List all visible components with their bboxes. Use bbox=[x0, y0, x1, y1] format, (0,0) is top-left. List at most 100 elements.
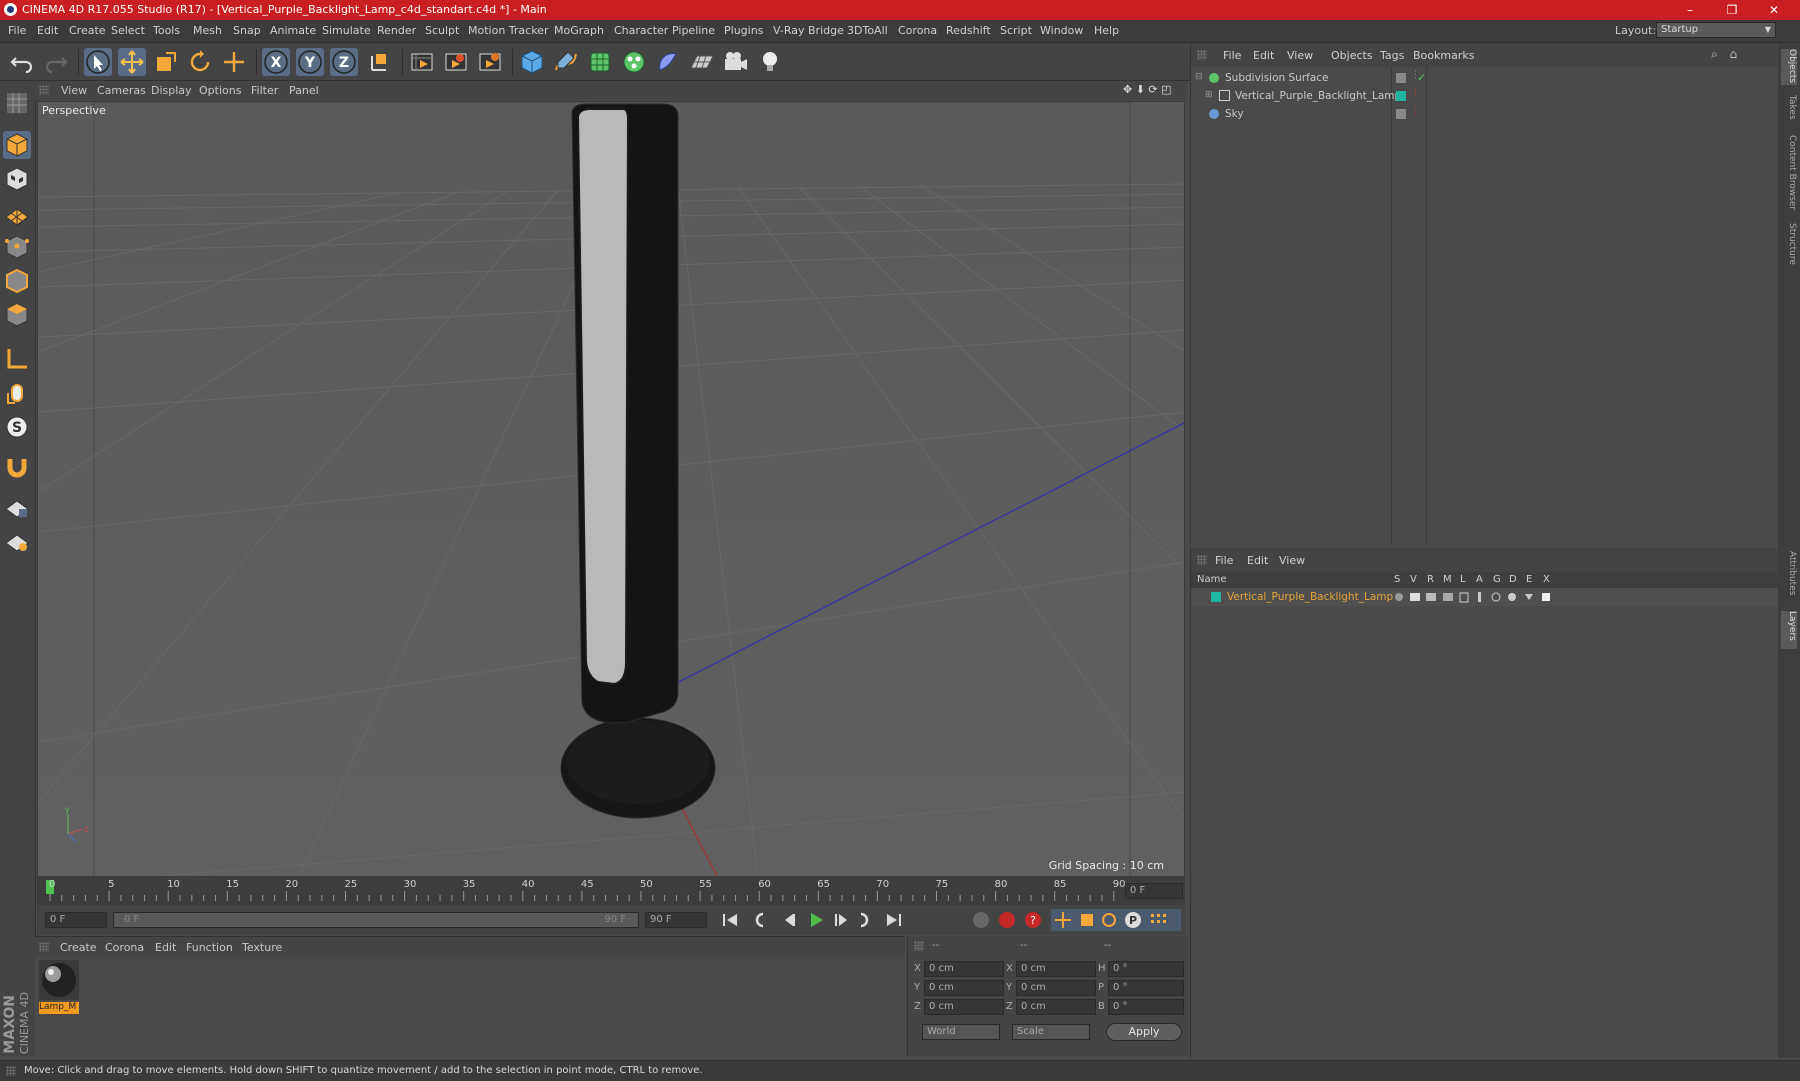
end-frame-field[interactable]: 90 F bbox=[645, 912, 707, 928]
key-scale-icon[interactable] bbox=[1081, 914, 1093, 926]
menu-create[interactable]: Create bbox=[69, 24, 106, 37]
menu-select[interactable]: Select bbox=[111, 24, 145, 37]
menu-plugins[interactable]: Plugins bbox=[724, 24, 763, 37]
object-menu-objects[interactable]: Objects bbox=[1331, 49, 1373, 62]
undo-icon[interactable] bbox=[8, 48, 36, 76]
render-settings-icon[interactable] bbox=[476, 48, 504, 76]
object-menu-file[interactable]: File bbox=[1223, 49, 1241, 62]
col-xref[interactable]: X bbox=[1543, 574, 1550, 585]
object-menu-view[interactable]: View bbox=[1287, 49, 1313, 62]
layer-swatch[interactable] bbox=[1396, 109, 1406, 119]
menu-mesh[interactable]: Mesh bbox=[193, 24, 222, 37]
layer-swatch[interactable] bbox=[1396, 73, 1406, 83]
layer-menu-file[interactable]: File bbox=[1215, 554, 1233, 567]
tab-objects[interactable]: Objects bbox=[1781, 49, 1797, 85]
deformer-icon[interactable] bbox=[654, 48, 682, 76]
manager-toggle-icon[interactable] bbox=[1443, 593, 1453, 601]
col-generators[interactable]: G bbox=[1493, 574, 1501, 585]
enabled-check-icon[interactable]: ✓ bbox=[1417, 71, 1426, 84]
axis-mode-icon[interactable] bbox=[3, 345, 31, 373]
start-frame-field[interactable]: 0 F bbox=[45, 912, 107, 928]
next-key-icon[interactable] bbox=[860, 912, 869, 928]
viewport-menu-panel[interactable]: Panel bbox=[289, 84, 319, 97]
col-render[interactable]: R bbox=[1427, 574, 1434, 585]
menu-character[interactable]: Character bbox=[614, 24, 668, 37]
size-x-field[interactable]: 0 cm bbox=[1016, 961, 1096, 977]
tab-structure[interactable]: Structure bbox=[1781, 223, 1797, 273]
previous-key-icon[interactable] bbox=[755, 912, 764, 928]
autokey-icon[interactable] bbox=[973, 912, 989, 928]
animation-toggle-icon[interactable] bbox=[1478, 592, 1481, 602]
material-menu-corona[interactable]: Corona bbox=[105, 941, 144, 954]
rotation-b-field[interactable]: 0 ° bbox=[1108, 999, 1184, 1015]
polygons-mode-icon[interactable] bbox=[3, 301, 31, 329]
coordinate-system-icon[interactable] bbox=[366, 48, 394, 76]
render-toggle-icon[interactable] bbox=[1426, 593, 1436, 601]
pen-spline-icon[interactable] bbox=[552, 48, 580, 76]
col-expressions[interactable]: E bbox=[1526, 574, 1532, 585]
cube-primitive-icon[interactable] bbox=[518, 48, 546, 76]
layer-menu-view[interactable]: View bbox=[1279, 554, 1305, 567]
collapse-icon[interactable]: ⊟ bbox=[1195, 72, 1203, 82]
rotation-p-field[interactable]: 0 ° bbox=[1108, 980, 1184, 996]
menu-sculpt[interactable]: Sculpt bbox=[425, 24, 459, 37]
menu-snap[interactable]: Snap bbox=[233, 24, 261, 37]
object-row-sky[interactable]: Sky ⋮ bbox=[1191, 105, 1779, 123]
size-z-field[interactable]: 0 cm bbox=[1016, 999, 1096, 1015]
texture-mode-icon[interactable] bbox=[3, 165, 31, 193]
floor-icon[interactable] bbox=[688, 48, 716, 76]
viewport-menu-filter[interactable]: Filter bbox=[251, 84, 278, 97]
tweak-mode-icon[interactable] bbox=[3, 379, 31, 407]
transform-tool-icon[interactable] bbox=[220, 48, 248, 76]
lock-icon[interactable] bbox=[1459, 592, 1469, 603]
apply-button[interactable]: Apply bbox=[1106, 1023, 1182, 1041]
col-view[interactable]: V bbox=[1410, 574, 1417, 585]
menu-render[interactable]: Render bbox=[377, 24, 416, 37]
next-frame-icon[interactable] bbox=[835, 914, 847, 926]
current-frame-field[interactable]: 0 F bbox=[1125, 883, 1183, 899]
render-view-icon[interactable] bbox=[408, 48, 436, 76]
planar-workplane-icon[interactable] bbox=[3, 527, 31, 555]
col-manager[interactable]: M bbox=[1443, 574, 1452, 585]
menu-help[interactable]: Help bbox=[1094, 24, 1119, 37]
menu-redshift[interactable]: Redshift bbox=[946, 24, 991, 37]
workplane-mode-icon[interactable] bbox=[3, 199, 31, 227]
edges-mode-icon[interactable] bbox=[3, 267, 31, 295]
viewport-navigation-icon[interactable]: ✥ ⬇ ⟳ ◰ bbox=[1123, 83, 1172, 96]
menu-tools[interactable]: Tools bbox=[153, 24, 180, 37]
play-icon[interactable] bbox=[811, 913, 823, 927]
y-axis-lock-icon[interactable]: Y bbox=[296, 48, 324, 76]
model-mode-icon[interactable] bbox=[3, 131, 31, 159]
visibility-dots-icon[interactable]: ⋮ bbox=[1411, 106, 1420, 116]
expand-icon[interactable]: ⊞ bbox=[1205, 90, 1213, 100]
position-z-field[interactable]: 0 cm bbox=[924, 999, 1004, 1015]
object-menu-bookmarks[interactable]: Bookmarks bbox=[1413, 49, 1474, 62]
menu-file[interactable]: File bbox=[8, 24, 26, 37]
expression-toggle-icon[interactable] bbox=[1525, 594, 1533, 600]
go-to-end-icon[interactable] bbox=[887, 914, 901, 926]
lamp-light-panel[interactable] bbox=[576, 108, 630, 686]
col-animation[interactable]: A bbox=[1476, 574, 1483, 585]
menu-corona[interactable]: Corona bbox=[898, 24, 937, 37]
coordinate-space-select[interactable]: World bbox=[922, 1024, 1000, 1040]
3d-viewport[interactable]: y z Perspective Grid Spacing : 10 cm bbox=[37, 101, 1185, 877]
layout-select[interactable]: Startup ▼ bbox=[1656, 22, 1776, 38]
layer-row[interactable]: Vertical_Purple_Backlight_Lamp bbox=[1191, 588, 1779, 606]
material-menu-texture[interactable]: Texture bbox=[242, 941, 282, 954]
tab-content-browser[interactable]: Content Browser bbox=[1781, 135, 1797, 213]
rotate-tool-icon[interactable] bbox=[186, 48, 214, 76]
material-menu-edit[interactable]: Edit bbox=[155, 941, 176, 954]
tab-takes[interactable]: Takes bbox=[1781, 95, 1797, 125]
layer-menu-edit[interactable]: Edit bbox=[1247, 554, 1268, 567]
size-y-field[interactable]: 0 cm bbox=[1016, 980, 1096, 996]
material-menu-function[interactable]: Function bbox=[186, 941, 233, 954]
light-icon[interactable] bbox=[756, 48, 784, 76]
object-menu-edit[interactable]: Edit bbox=[1253, 49, 1274, 62]
col-name[interactable]: Name bbox=[1197, 574, 1227, 585]
object-row-lamp[interactable]: ⊞ Vertical_Purple_Backlight_Lamp ⋮ bbox=[1191, 87, 1779, 105]
layer-name[interactable]: Vertical_Purple_Backlight_Lamp bbox=[1227, 591, 1393, 603]
make-editable-icon[interactable] bbox=[3, 89, 31, 117]
scale-tool-icon[interactable] bbox=[152, 48, 180, 76]
object-row-subdivision-surface[interactable]: ⊟ Subdivision Surface ⋮ ✓ bbox=[1191, 69, 1779, 87]
camera-icon[interactable] bbox=[722, 48, 750, 76]
